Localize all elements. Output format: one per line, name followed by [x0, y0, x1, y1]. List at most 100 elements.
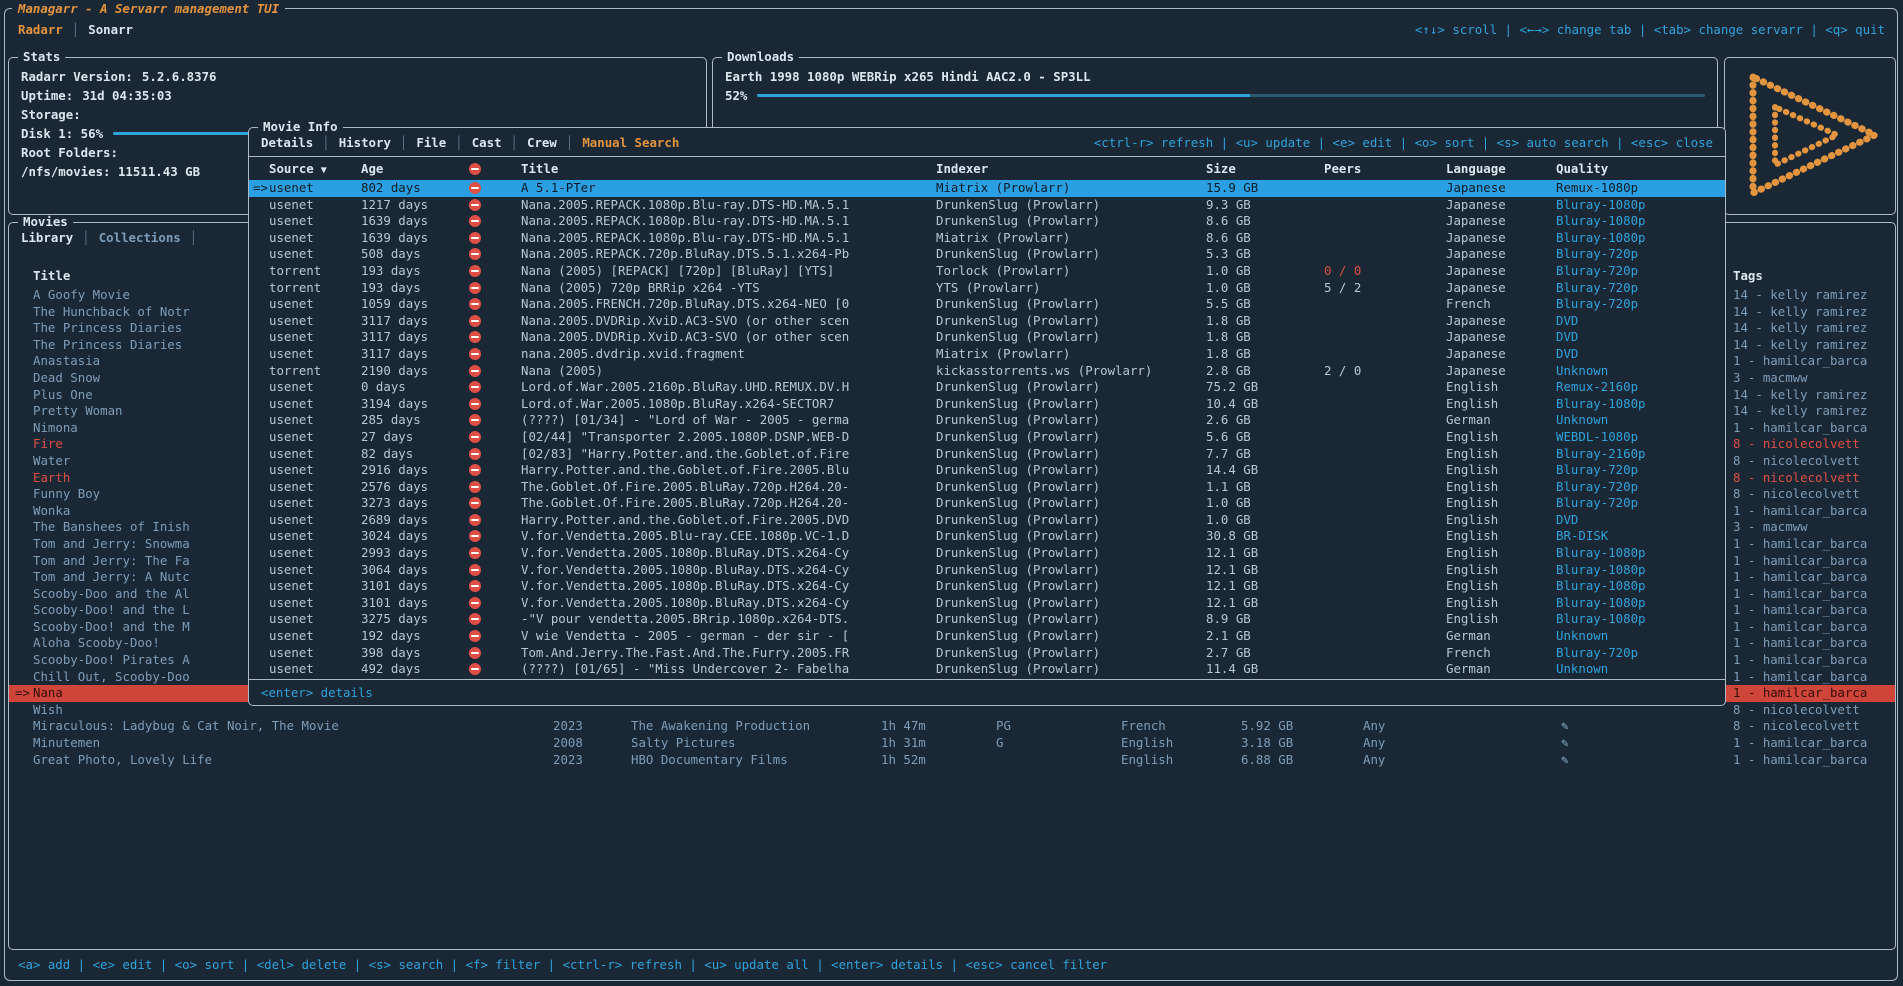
release-row[interactable]: usenet508 daysNana.2005.REPACK.720p.BluR… — [249, 246, 1725, 263]
release-row[interactable]: usenet1639 daysNana.2005.REPACK.1080p.Bl… — [249, 230, 1725, 247]
selection-arrow — [253, 329, 269, 346]
tab-history[interactable]: History — [339, 135, 391, 150]
release-peers — [1324, 329, 1446, 346]
release-size: 5.6 GB — [1206, 429, 1324, 446]
downloads-panel-title: Downloads — [722, 50, 799, 64]
release-row[interactable]: usenet3194 daysLord.of.War.2005.1080p.Bl… — [249, 396, 1725, 413]
release-title: Nana.2005.FRENCH.720p.BluRay.DTS.x264-NE… — [521, 296, 936, 313]
tab-crew[interactable]: Crew — [527, 135, 557, 150]
release-row[interactable]: usenet2689 daysHarry.Potter.and.the.Gobl… — [249, 512, 1725, 529]
selection-arrow — [253, 313, 269, 330]
release-row[interactable]: usenet3024 daysV.for.Vendetta.2005.Blu-r… — [249, 528, 1725, 545]
search-header-peers[interactable]: Peers — [1324, 157, 1446, 180]
search-header-rejected[interactable] — [469, 157, 521, 180]
rejected-cell — [469, 346, 521, 363]
release-row[interactable]: usenet398 daysTom.And.Jerry.The.Fast.And… — [249, 645, 1725, 662]
release-row[interactable]: usenet3273 daysThe.Goblet.Of.Fire.2005.B… — [249, 495, 1725, 512]
selection-arrow — [15, 752, 33, 769]
release-language: German — [1446, 628, 1556, 645]
tab-cast[interactable]: Cast — [472, 135, 502, 150]
tab-radarr[interactable]: Radarr — [18, 22, 63, 37]
release-row[interactable]: torrent2190 daysNana (2005)kickasstorren… — [249, 363, 1725, 380]
rejected-cell — [469, 313, 521, 330]
release-row[interactable]: usenet2916 daysHarry.Potter.and.the.Gobl… — [249, 462, 1725, 479]
rejected-cell — [469, 246, 521, 263]
modal-tabbar: Details│History│File│Cast│Crew│Manual Se… — [249, 128, 1725, 157]
tab-sonarr[interactable]: Sonarr — [88, 22, 133, 37]
release-row[interactable]: usenet3117 daysNana.2005.DVDRip.XviD.AC3… — [249, 329, 1725, 346]
release-quality: Unknown — [1556, 412, 1725, 429]
movie-tag: 1 - hamilcar_barca — [1726, 602, 1895, 619]
release-row[interactable]: usenet2576 daysThe.Goblet.Of.Fire.2005.B… — [249, 479, 1725, 496]
release-row[interactable]: usenet3101 daysV.for.Vendetta.2005.1080p… — [249, 578, 1725, 595]
tab-file[interactable]: File — [416, 135, 446, 150]
release-row[interactable]: usenet82 days[02/83] "Harry.Potter.and.t… — [249, 446, 1725, 463]
download-item[interactable]: Earth 1998 1080p WEBRip x265 Hindi AAC2.… — [725, 67, 1705, 86]
release-row[interactable]: usenet0 daysLord.of.War.2005.2160p.BluRa… — [249, 379, 1725, 396]
release-row[interactable]: usenet1059 daysNana.2005.FRENCH.720p.Blu… — [249, 296, 1725, 313]
tab-library[interactable]: Library — [21, 230, 73, 245]
rejected-cell — [469, 628, 521, 645]
selection-arrow — [253, 562, 269, 579]
download-percent: 52% — [725, 86, 747, 105]
release-row[interactable]: torrent193 daysNana (2005) 720p BRRip x2… — [249, 280, 1725, 297]
movie-tag: 8 - nicolecolvett — [1726, 453, 1895, 470]
release-row[interactable]: torrent193 daysNana (2005) [REPACK] [720… — [249, 263, 1725, 280]
release-row[interactable]: usenet27 days[02/44] "Transporter 2.2005… — [249, 429, 1725, 446]
release-row[interactable]: usenet2993 daysV.for.Vendetta.2005.1080p… — [249, 545, 1725, 562]
movie-tag: 3 - macmww — [1726, 519, 1895, 536]
search-header-indexer[interactable]: Indexer — [936, 157, 1206, 180]
release-row[interactable]: usenet3117 daysnana.2005.dvdrip.xvid.fra… — [249, 346, 1725, 363]
release-quality: BR-DISK — [1556, 528, 1725, 545]
release-peers — [1324, 246, 1446, 263]
search-header-title[interactable]: Title — [521, 157, 936, 180]
tab-details[interactable]: Details — [261, 135, 313, 150]
release-row[interactable]: usenet3117 daysNana.2005.DVDRip.XviD.AC3… — [249, 313, 1725, 330]
release-quality: Bluray-1080p — [1556, 578, 1725, 595]
release-row[interactable]: =>usenet802 daysA 5.1-PTerMiatrix (Prowl… — [249, 180, 1725, 197]
rejected-cell — [469, 595, 521, 612]
selection-arrow — [253, 611, 269, 628]
release-language: Japanese — [1446, 346, 1556, 363]
release-title: Nana.2005.REPACK.1080p.Blu-ray.DTS-HD.MA… — [521, 230, 936, 247]
release-row[interactable]: usenet285 days(????) [01/34] - "Lord of … — [249, 412, 1725, 429]
release-row[interactable]: usenet1639 daysNana.2005.REPACK.1080p.Bl… — [249, 213, 1725, 230]
release-row[interactable]: usenet492 days(????) [01/65] - "Miss Und… — [249, 661, 1725, 678]
search-header-size[interactable]: Size — [1206, 157, 1324, 180]
release-row[interactable]: usenet3275 days-"V pour vendetta.2005.BR… — [249, 611, 1725, 628]
movie-tag: 1 - hamilcar_barca — [1726, 420, 1895, 437]
release-row[interactable]: usenet3101 daysV.for.Vendetta.2005.1080p… — [249, 595, 1725, 612]
release-source: usenet — [269, 528, 361, 545]
search-header-quality[interactable]: Quality — [1556, 157, 1725, 180]
release-age: 3275 days — [361, 611, 469, 628]
release-row[interactable]: usenet3064 daysV.for.Vendetta.2005.1080p… — [249, 562, 1725, 579]
tab-manual-search[interactable]: Manual Search — [582, 135, 679, 150]
release-title: V wie Vendetta - 2005 - german - der sir… — [521, 628, 936, 645]
selection-arrow — [15, 403, 33, 420]
search-header-source[interactable]: Source▼ — [269, 157, 361, 180]
movie-language: French — [1121, 718, 1241, 735]
release-age: 802 days — [361, 180, 469, 197]
movie-info-modal-title: Movie Info — [258, 120, 343, 134]
movie-tag: 1 - hamilcar_barca — [1726, 635, 1895, 652]
release-indexer: DrunkenSlug (Prowlarr) — [936, 313, 1206, 330]
release-row[interactable]: usenet1217 daysNana.2005.REPACK.1080p.Bl… — [249, 197, 1725, 214]
movie-title: Great Photo, Lovely Life — [33, 752, 553, 769]
no-entry-icon — [469, 564, 481, 576]
library-header-tags[interactable]: Tags — [1726, 268, 1895, 283]
library-row[interactable]: Minutemen2008Salty Pictures1h 31mGEnglis… — [9, 735, 1895, 752]
search-header-age[interactable]: Age — [361, 157, 469, 180]
tab-collections[interactable]: Collections — [99, 230, 181, 245]
release-peers — [1324, 562, 1446, 579]
release-language: Japanese — [1446, 280, 1556, 297]
library-row[interactable]: Miraculous: Ladybug & Cat Noir, The Movi… — [9, 718, 1895, 735]
selection-arrow — [15, 387, 33, 404]
selection-arrow — [253, 197, 269, 214]
release-size: 8.6 GB — [1206, 230, 1324, 247]
release-row[interactable]: usenet192 daysV wie Vendetta - 2005 - ge… — [249, 628, 1725, 645]
library-row[interactable]: Great Photo, Lovely Life2023HBO Document… — [9, 752, 1895, 769]
release-language: English — [1446, 562, 1556, 579]
release-size: 8.6 GB — [1206, 213, 1324, 230]
release-size: 14.4 GB — [1206, 462, 1324, 479]
search-header-language[interactable]: Language — [1446, 157, 1556, 180]
